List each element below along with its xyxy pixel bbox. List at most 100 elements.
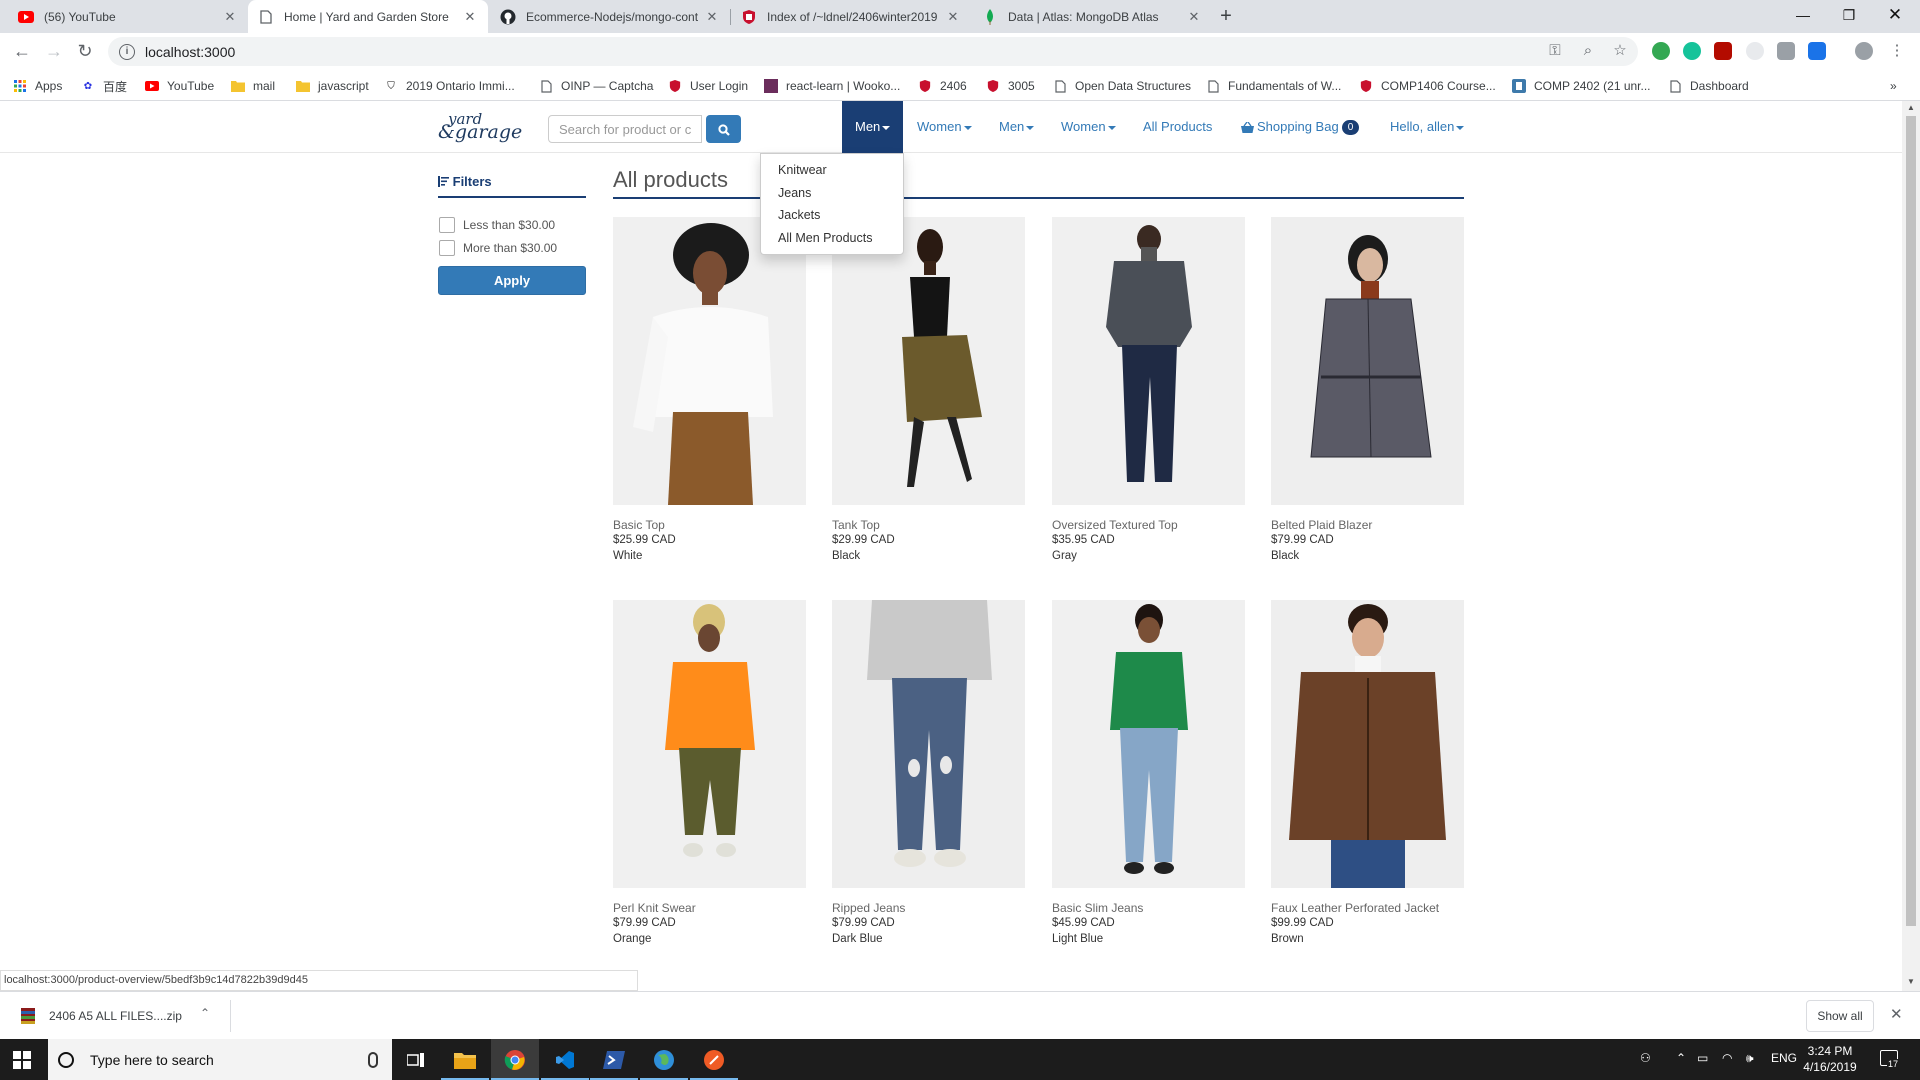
key-icon[interactable]: ⚿ (1545, 41, 1565, 61)
minimize-button[interactable]: — (1780, 0, 1826, 30)
tab-home-yard-garden[interactable]: Home | Yard and Garden Store ✕ (248, 0, 488, 33)
extension-tablet-icon[interactable] (1777, 42, 1795, 60)
back-button[interactable]: ← (10, 39, 34, 63)
close-tab-icon[interactable]: ✕ (945, 9, 961, 25)
filter-checkbox[interactable] (439, 217, 455, 233)
postman-icon[interactable] (690, 1039, 738, 1080)
windows-start-icon[interactable] (13, 1051, 31, 1069)
product-image[interactable] (1052, 217, 1245, 505)
bookmark-baidu[interactable]: ✿ 百度 (81, 77, 127, 95)
nav-user-menu[interactable]: Hello, allen (1390, 101, 1465, 153)
product-image[interactable] (1052, 600, 1245, 888)
zoom-icon[interactable]: ⌕ (1578, 41, 1598, 61)
forward-button[interactable]: → (42, 39, 66, 63)
globe-app-icon[interactable] (640, 1039, 688, 1080)
address-bar[interactable]: i localhost:3000 (108, 37, 1638, 66)
product-image[interactable] (1271, 217, 1464, 505)
taskbar-search-box[interactable]: Type here to search (48, 1039, 392, 1080)
microphone-icon[interactable] (368, 1051, 378, 1068)
nav-women-dropdown[interactable]: Women (917, 101, 972, 153)
nav-women-dropdown-2[interactable]: Women (1061, 101, 1116, 153)
bookmark-2406[interactable]: 2406 (918, 77, 967, 95)
bookmark-comp2402[interactable]: COMP 2402 (21 unr... (1512, 77, 1651, 95)
bookmark-dashboard[interactable]: Dashboard (1668, 77, 1749, 95)
bookmarks-overflow-icon[interactable]: » (1890, 77, 1897, 95)
product-card-perl-knit-swear[interactable]: Perl Knit Swear $79.99 CAD Orange (613, 600, 806, 949)
product-card-ripped-jeans[interactable]: Ripped Jeans $79.99 CAD Dark Blue (832, 600, 1025, 949)
bookmark-user-login[interactable]: User Login (668, 77, 748, 95)
vscode-icon[interactable] (541, 1039, 589, 1080)
grammarly-icon[interactable] (1683, 42, 1701, 60)
product-name[interactable]: Faux Leather Perforated Jacket (1271, 901, 1464, 917)
reload-button[interactable]: ↻ (73, 39, 97, 63)
site-logo[interactable]: yard &garage (438, 112, 522, 143)
product-image[interactable] (613, 217, 806, 505)
volume-icon[interactable]: 🕪 (1746, 1051, 1754, 1066)
powershell-icon[interactable] (590, 1039, 638, 1080)
close-tab-icon[interactable]: ✕ (462, 9, 478, 25)
new-tab-button[interactable]: + (1214, 4, 1238, 28)
product-name[interactable]: Ripped Jeans (832, 901, 1025, 917)
show-hidden-icons-chevron-icon[interactable]: ⌃ (1676, 1051, 1686, 1065)
search-button[interactable] (706, 115, 741, 143)
bookmark-react-learn[interactable]: react-learn | Wooko... (764, 77, 900, 95)
bookmark-ontario[interactable]: ⛉ 2019 Ontario Immi... (384, 77, 514, 95)
close-downloads-icon[interactable]: ✕ (1890, 1005, 1903, 1023)
nav-men-dropdown[interactable]: Men (999, 101, 1035, 153)
product-card-tank-top[interactable]: Tank Top $29.99 CAD Black (832, 217, 1025, 566)
profile-avatar-icon[interactable] (1855, 42, 1873, 60)
product-name[interactable]: Belted Plaid Blazer (1271, 518, 1464, 534)
close-tab-icon[interactable]: ✕ (1186, 9, 1202, 25)
page-scrollbar[interactable]: ▲ ▼ (1902, 101, 1920, 991)
show-all-downloads-button[interactable]: Show all (1806, 1000, 1874, 1032)
window-close-button[interactable]: ✕ (1872, 0, 1918, 30)
task-view-icon[interactable] (392, 1039, 440, 1080)
scroll-down-arrow-icon[interactable]: ▼ (1902, 977, 1920, 986)
tab-index-ldnel[interactable]: Index of /~ldnel/2406winter2019 ✕ (731, 0, 971, 33)
tab-mongodb-atlas[interactable]: Data | Atlas: MongoDB Atlas ✕ (972, 0, 1212, 33)
product-name[interactable]: Basic Slim Jeans (1052, 901, 1245, 917)
bookmark-3005[interactable]: 3005 (986, 77, 1035, 95)
product-name[interactable]: Perl Knit Swear (613, 901, 806, 917)
apply-filters-button[interactable]: Apply (438, 266, 586, 295)
product-search-input[interactable] (548, 115, 702, 143)
chrome-menu-icon[interactable]: ⋮ (1887, 41, 1907, 61)
product-name[interactable]: Basic Top (613, 518, 806, 534)
bookmark-comp1406[interactable]: COMP1406 Course... (1359, 77, 1496, 95)
product-image[interactable] (832, 217, 1025, 505)
nav-men-dropdown-toggle[interactable]: Men (842, 101, 904, 153)
input-language[interactable]: ENG (1771, 1051, 1797, 1065)
product-card-basic-slim-jeans[interactable]: Basic Slim Jeans $45.99 CAD Light Blue (1052, 600, 1245, 949)
bookmark-youtube[interactable]: YouTube (145, 77, 214, 95)
chrome-taskbar-icon[interactable] (491, 1039, 539, 1080)
product-card-basic-top[interactable]: Basic Top $25.99 CAD White (613, 217, 806, 566)
product-card-faux-leather-jacket[interactable]: Faux Leather Perforated Jacket $99.99 CA… (1271, 600, 1464, 949)
product-card-oversized-textured-top[interactable]: Oversized Textured Top $35.95 CAD Gray (1052, 217, 1245, 566)
bookmark-oinp[interactable]: OINP — Captcha (539, 77, 653, 95)
scroll-up-arrow-icon[interactable]: ▲ (1902, 103, 1920, 112)
bookmark-apps[interactable]: Apps (13, 77, 62, 95)
product-image[interactable] (832, 600, 1025, 888)
bookmark-mail[interactable]: mail (231, 77, 275, 95)
tab-github[interactable]: Ecommerce-Nodejs/mongo-cont ✕ (490, 0, 730, 33)
wifi-icon[interactable]: ◠ (1722, 1051, 1732, 1065)
info-icon[interactable]: i (119, 43, 135, 60)
pdf-extension-icon[interactable] (1714, 42, 1732, 60)
dropdown-item-knitwear[interactable]: Knitwear (761, 159, 903, 182)
restore-button[interactable]: ❐ (1826, 0, 1872, 30)
product-card-belted-plaid-blazer[interactable]: Belted Plaid Blazer $79.99 CAD Black (1271, 217, 1464, 566)
close-tab-icon[interactable]: ✕ (704, 9, 720, 25)
product-image[interactable] (613, 600, 806, 888)
close-tab-icon[interactable]: ✕ (222, 9, 238, 25)
extension-check-icon[interactable] (1652, 42, 1670, 60)
extension-info-icon[interactable] (1808, 42, 1826, 60)
tab-youtube[interactable]: (56) YouTube ✕ (8, 0, 248, 33)
dropdown-item-all-men[interactable]: All Men Products (761, 227, 903, 250)
filter-more-than-30[interactable]: More than $30.00 (439, 239, 557, 257)
bookmark-open-data-structures[interactable]: Open Data Structures (1053, 77, 1191, 95)
filter-less-than-30[interactable]: Less than $30.00 (439, 216, 555, 234)
nav-all-products[interactable]: All Products (1143, 101, 1212, 153)
extension-grey-icon[interactable] (1746, 42, 1764, 60)
bookmark-star-icon[interactable]: ☆ (1610, 41, 1630, 61)
nav-shopping-bag[interactable]: Shopping Bag 0 (1241, 101, 1360, 153)
